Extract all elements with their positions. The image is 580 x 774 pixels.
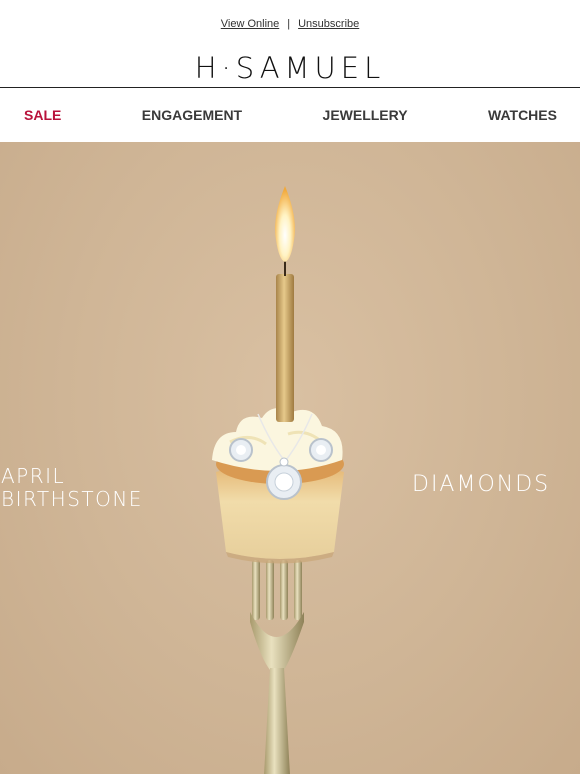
- brand-logo-text: H·SAMUEL: [194, 50, 386, 85]
- hero-illustration: [212, 186, 344, 774]
- nav-item-watches[interactable]: WATCHES: [488, 107, 557, 123]
- fork-icon: [250, 560, 304, 774]
- unsubscribe-link[interactable]: Unsubscribe: [298, 18, 359, 30]
- hero-banner[interactable]: APRIL BIRTHSTONE DIAMONDS: [0, 142, 580, 774]
- nav-item-engagement[interactable]: ENGAGEMENT: [142, 107, 242, 123]
- email-header-links: View Online | Unsubscribe: [0, 0, 580, 48]
- candle-icon: [275, 186, 295, 422]
- header-separator: |: [287, 18, 291, 30]
- view-online-link[interactable]: View Online: [221, 18, 280, 30]
- nav-item-sale[interactable]: SALE: [24, 107, 61, 123]
- hero-left-headline: APRIL BIRTHSTONE: [1, 465, 143, 511]
- brand-logo[interactable]: H·SAMUEL: [0, 48, 580, 88]
- hero-left-line-2: BIRTHSTONE: [1, 487, 143, 511]
- hero-left-line-1: APRIL: [1, 464, 66, 488]
- hero-right-headline: DIAMONDS: [412, 472, 551, 497]
- main-nav: SALE ENGAGEMENT JEWELLERY WATCHES: [0, 88, 580, 142]
- nav-item-jewellery[interactable]: JEWELLERY: [323, 107, 408, 123]
